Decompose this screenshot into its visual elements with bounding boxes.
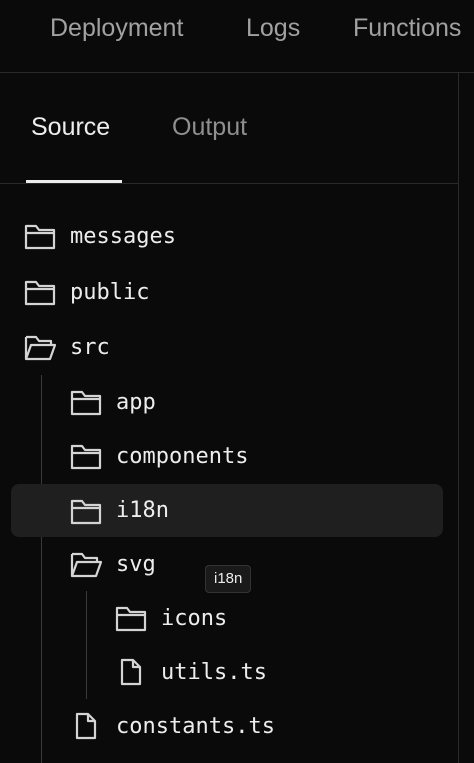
tree-item-constants-ts[interactable]: constants.ts <box>70 700 275 752</box>
indent-guide-src <box>41 375 42 763</box>
tree-item-label: svg <box>116 551 156 577</box>
tree-item-i18n-selected[interactable]: i18n <box>11 484 443 537</box>
tree-item-label: utils.ts <box>161 659 267 685</box>
tree-item-label: public <box>70 279 150 305</box>
tree-item-svg[interactable]: svg <box>70 538 156 590</box>
folder-icon <box>70 386 102 418</box>
folder-icon <box>24 220 56 252</box>
file-icon <box>70 710 102 742</box>
tree-item-label: components <box>116 443 249 469</box>
tree-item-label: i18n <box>116 498 169 523</box>
folder-open-icon <box>70 548 102 580</box>
indent-guide-svg <box>86 591 87 699</box>
panel-divider <box>458 73 459 763</box>
tree-item-components[interactable]: components <box>70 430 248 482</box>
tree-item-label: src <box>70 334 110 360</box>
folder-icon <box>70 440 102 472</box>
tree-item-public[interactable]: public <box>24 266 149 318</box>
tree-item-label: app <box>116 389 156 415</box>
file-tree: messages public src app components i18n <box>0 0 458 763</box>
tree-item-src[interactable]: src <box>24 321 110 373</box>
folder-open-icon <box>24 331 56 363</box>
tree-item-label: icons <box>161 605 228 631</box>
hover-tooltip: i18n <box>205 565 252 593</box>
tree-item-icons[interactable]: icons <box>115 592 227 644</box>
folder-icon <box>115 602 147 634</box>
tree-item-label: messages <box>70 223 176 249</box>
tree-item-messages[interactable]: messages <box>24 210 176 262</box>
tree-item-app[interactable]: app <box>70 376 156 428</box>
folder-icon <box>24 276 56 308</box>
file-icon <box>115 656 147 688</box>
tree-item-utils-ts[interactable]: utils.ts <box>115 646 267 698</box>
tree-item-label: constants.ts <box>116 713 275 739</box>
folder-icon <box>70 495 102 527</box>
